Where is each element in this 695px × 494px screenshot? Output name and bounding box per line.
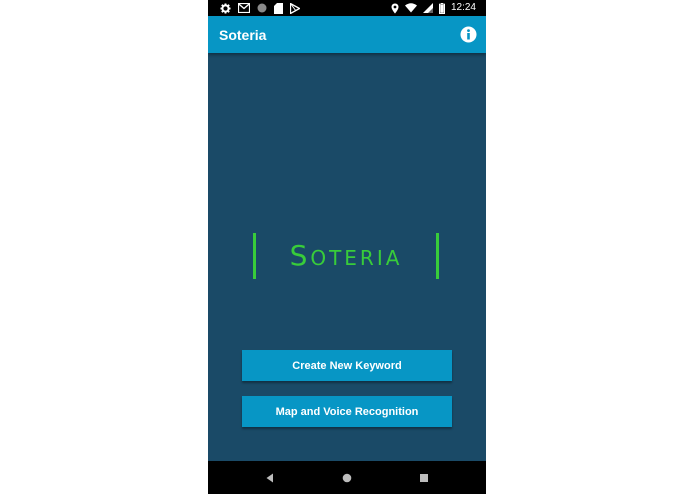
sd-card-icon (274, 2, 283, 14)
wifi-icon (404, 3, 417, 13)
app-bar: Soteria (208, 16, 486, 53)
info-icon[interactable] (460, 26, 477, 43)
circle-icon (257, 3, 267, 13)
logo-text: Soteria (289, 239, 403, 272)
status-bar-notifications (220, 2, 300, 14)
status-bar: 12:24 (208, 0, 486, 16)
home-icon[interactable] (340, 471, 354, 485)
recents-icon[interactable] (417, 471, 431, 485)
soteria-logo: Soteria (253, 233, 439, 279)
back-icon[interactable] (263, 471, 277, 485)
create-new-keyword-button[interactable]: Create New Keyword (242, 350, 452, 381)
phone-screen: 12:24 Soteria Soteria Create New Keyword… (208, 0, 486, 494)
play-store-icon (290, 2, 300, 14)
location-icon (391, 3, 399, 14)
settings-icon (220, 2, 231, 14)
navigation-bar (208, 461, 486, 494)
map-and-voice-recognition-button[interactable]: Map and Voice Recognition (242, 396, 452, 427)
battery-icon (438, 2, 445, 14)
gmail-icon (238, 3, 250, 13)
app-title: Soteria (219, 27, 267, 43)
signal-icon (422, 3, 433, 13)
logo-right-bar (436, 233, 439, 279)
status-time: 12:24 (450, 2, 476, 13)
status-bar-system: 12:24 (391, 2, 476, 14)
